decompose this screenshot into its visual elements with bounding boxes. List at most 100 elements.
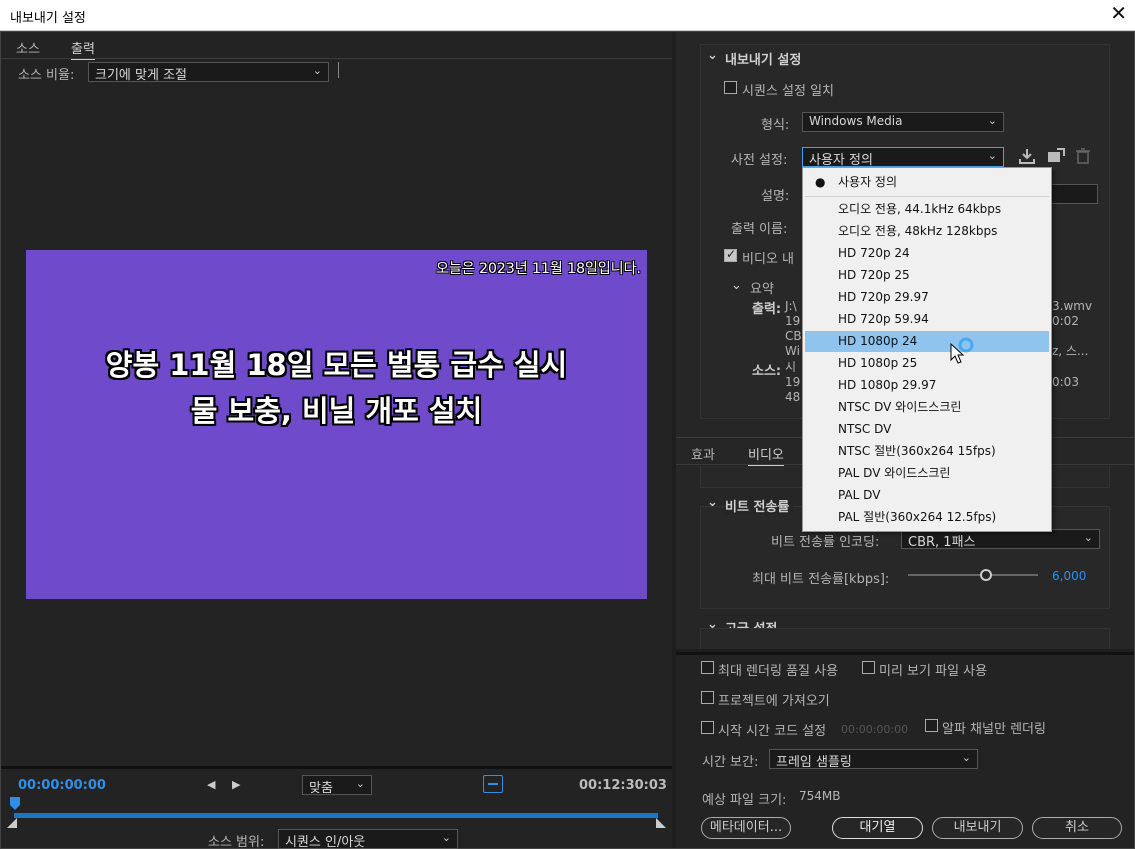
preset-menu-item[interactable]: PAL 절반(360x264 12.5fps) [805,507,1049,528]
preset-menu-item[interactable]: HD 720p 59.94 [805,309,1049,330]
tab-source[interactable]: 소스 [16,38,40,57]
playhead-icon[interactable] [10,797,20,811]
preset-menu-item[interactable]: ● 사용자 정의 [805,170,1049,194]
summary-line: 19 [785,375,801,389]
preset-value: 사용자 정의 [809,153,873,167]
source-range-value: 시퀀스 인/아웃 [285,835,366,849]
source-range-dropdown[interactable]: 시퀀스 인/아웃 ⌄ [278,829,458,849]
summary-output-label: 출력: [752,302,782,317]
preset-dropdown[interactable]: 사용자 정의 ⌄ [802,147,1004,167]
summary-line: z, 스... [1052,344,1089,358]
summary-line: Wi [785,344,800,358]
start-timecode-value[interactable]: 00:00:00:00 [841,723,908,736]
chevron-down-icon: ⌄ [441,831,451,844]
format-label: 형식: [761,118,790,133]
collapse-icon[interactable]: ⌄ [707,495,718,510]
preset-menu-item[interactable]: HD 720p 24 [805,243,1049,264]
export-settings-heading: 내보내기 설정 [725,53,802,68]
summary-line: 3.wmv [1052,299,1093,313]
preset-menu-item[interactable]: HD 1080p 25 [805,353,1049,374]
tab-video[interactable]: 비디오 [748,444,784,466]
preset-menu-item[interactable]: PAL DV [805,485,1049,506]
cancel-button[interactable]: 취소 [1032,817,1122,839]
chevron-down-icon: ⌄ [355,777,365,790]
menu-separator [805,196,1049,197]
output-name-label: 출력 이름: [731,222,788,237]
summary-heading: 요약 [750,282,774,297]
time-interp-label: 시간 보간: [702,755,759,770]
bitrate-encoding-label: 비트 전송률 인코딩: [771,535,880,550]
metadata-button[interactable]: 메타데이터... [701,817,791,839]
alpha-only-checkbox[interactable] [925,719,938,732]
use-previews-checkbox[interactable] [862,661,875,674]
bitrate-encoding-dropdown[interactable]: CBR, 1패스 ⌄ [901,529,1100,549]
preset-menu-item[interactable]: HD 720p 25 [805,265,1049,286]
preset-menu-item[interactable]: HD 720p 29.97 [805,287,1049,308]
preview-caption-top: 오늘은 2023년 11월 18일입니다. [436,261,641,277]
timecode-start[interactable]: 00:00:00:00 [18,778,106,793]
save-preset-icon[interactable] [1019,148,1035,164]
time-interp-value: 프레임 샘플링 [776,755,852,769]
close-icon[interactable]: ✕ [1110,3,1127,23]
use-previews-label: 미리 보기 파일 사용 [879,664,988,679]
timeline-range-bar[interactable] [14,813,658,818]
video-preview: 오늘은 2023년 11월 18일입니다. 양봉 11월 18일 모든 벌통 급… [26,250,647,599]
summary-line: 시 [785,360,797,374]
max-bitrate-slider-track[interactable] [908,569,1038,581]
import-into-project-checkbox[interactable] [701,691,714,704]
comment-label: 설명: [761,189,790,204]
tab-effects[interactable]: 효과 [691,444,715,463]
preset-menu-item-highlighted[interactable]: HD 1080p 24 [805,331,1049,352]
alpha-only-label: 알파 채널만 렌더링 [942,722,1046,737]
summary-line: 48 [785,390,801,404]
bitrate-heading: 비트 전송률 [725,496,794,515]
max-render-quality-checkbox[interactable] [701,661,714,674]
max-bitrate-slider-thumb[interactable] [980,569,992,581]
source-scaling-label: 소스 비율: [18,68,75,83]
preset-menu-item[interactable]: NTSC DV [805,419,1049,440]
aspect-toggle-icon[interactable] [483,775,503,793]
bitrate-encoding-value: CBR, 1패스 [908,535,976,549]
summary-line: CB [785,329,802,343]
divider [338,62,339,78]
timecode-end: 00:12:30:03 [579,778,667,793]
queue-button[interactable]: 대기열 [832,817,923,839]
preset-menu-item-label: 사용자 정의 [838,175,898,189]
set-in-icon[interactable]: ◀ [207,778,215,791]
fit-value: 맞춤 [309,781,333,795]
preset-menu-item[interactable]: NTSC DV 와이드스크린 [805,397,1049,418]
out-point-icon[interactable] [656,818,666,828]
preset-menu-item[interactable]: NTSC 절반(360x264 15fps) [805,441,1049,462]
checked-dot-icon: ● [815,175,826,189]
max-render-quality-label: 최대 렌더링 품질 사용 [718,664,839,679]
format-dropdown[interactable]: Windows Media ⌄ [802,112,1004,132]
max-bitrate-label: 최대 비트 전송률[kbps]: [752,572,890,587]
time-interp-dropdown[interactable]: 프레임 샘플링 ⌄ [769,749,978,769]
match-sequence-checkbox[interactable] [724,81,737,94]
summary-collapse-icon[interactable]: ⌄ [731,278,742,293]
max-bitrate-value[interactable]: 6,000 [1052,569,1086,583]
source-scaling-dropdown[interactable]: 크기에 맞게 조절 ⌄ [88,62,329,82]
preset-menu-item[interactable]: 오디오 전용, 44.1kHz 64kbps [805,199,1049,220]
collapse-icon[interactable]: ⌄ [707,48,718,63]
summary-line: J:\ [785,299,797,313]
summary-output-text: J:\ 19 CB Wi [785,299,802,359]
est-size-value: 754MB [799,789,841,803]
preset-menu-item[interactable]: HD 1080p 29.97 [805,375,1049,396]
start-timecode-checkbox[interactable] [701,721,714,734]
source-scaling-value: 크기에 맞게 조절 [95,68,187,82]
delete-preset-icon[interactable] [1076,148,1090,164]
preset-menu-item[interactable]: 오디오 전용, 48kHz 128kbps [805,221,1049,242]
summary-line: 19 [785,314,801,328]
in-point-icon[interactable] [7,818,17,828]
chevron-down-icon: ⌄ [987,149,997,162]
export-button[interactable]: 내보내기 [932,817,1023,839]
preset-menu-item[interactable]: PAL DV 와이드스크린 [805,463,1049,484]
import-preset-icon[interactable] [1047,148,1065,164]
tab-output[interactable]: 출력 [71,38,95,60]
preview-caption-line1: 양봉 11월 18일 모든 벌통 급수 실시 [105,348,568,382]
set-out-icon[interactable]: ▶ [232,778,240,791]
chevron-down-icon: ⌄ [961,751,971,764]
fit-dropdown[interactable]: 맞춤 ⌄ [302,775,372,795]
export-video-checkbox[interactable] [724,247,737,262]
